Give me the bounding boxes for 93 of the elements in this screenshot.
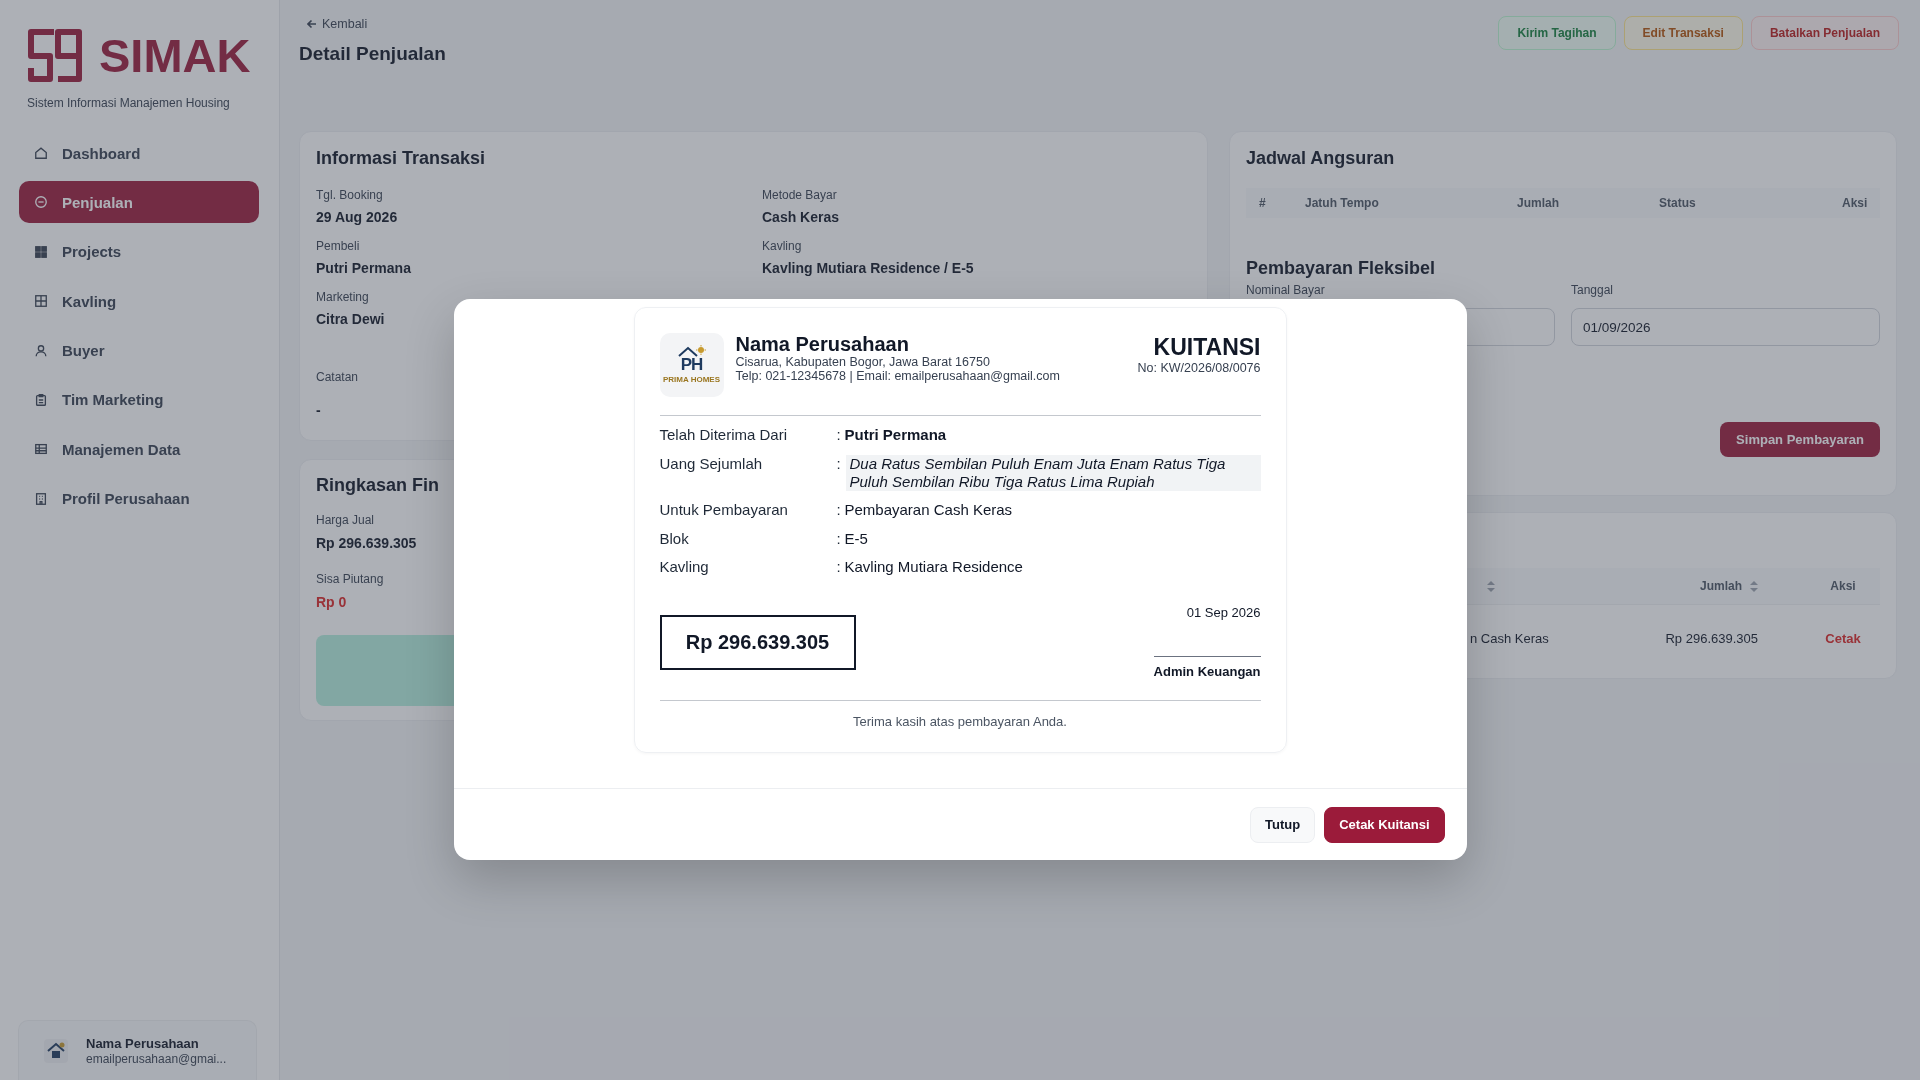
field-value: Cash Keras xyxy=(762,208,840,226)
sort-icon[interactable] xyxy=(1487,580,1495,592)
amount-box: Rp 296.639.305 xyxy=(659,615,856,670)
action-button[interactable]: Kirim Tagihan xyxy=(1498,16,1616,50)
column-header: # xyxy=(1259,196,1266,210)
account-email: emailperusahaan@gmai... xyxy=(86,1051,227,1067)
receipt-label: Telah Diterima Dari xyxy=(659,426,788,444)
field-label: Metode Bayar xyxy=(762,188,837,203)
house-logo-icon xyxy=(44,1038,68,1063)
print-receipt-button[interactable]: Cetak Kuitansi xyxy=(1324,806,1445,843)
grid-icon xyxy=(34,244,48,259)
logo-wordmark: PRIMA HOMES xyxy=(662,375,720,385)
table-cell: n Cash Keras xyxy=(1470,630,1549,646)
column-header: Jumlah xyxy=(1700,579,1742,593)
sidebar-item[interactable]: Manajemen Data xyxy=(19,428,259,471)
sidebar-item[interactable]: Profil Perusahaan xyxy=(19,477,259,520)
field-value: - xyxy=(316,401,321,419)
receipt-value: E-5 xyxy=(844,529,868,548)
separator-text: : xyxy=(836,558,841,576)
logo-icon xyxy=(27,28,83,83)
card-title: Ringkasan Fin xyxy=(316,474,440,497)
receipt-date: 01 Sep 2026 xyxy=(1186,605,1261,621)
column-header: Status xyxy=(1659,196,1696,210)
sidebar-item[interactable]: Penjualan xyxy=(19,181,259,224)
save-payment-button[interactable]: Simpan Pembayaran xyxy=(1720,422,1880,457)
brand-name: SIMAK xyxy=(99,28,251,83)
date-input[interactable]: 01/09/2026 xyxy=(1571,308,1880,346)
home-icon xyxy=(34,146,48,160)
field-value: Rp 0 xyxy=(316,593,347,611)
separator-text: : xyxy=(836,426,841,444)
field-value: 29 Aug 2026 xyxy=(316,208,398,226)
arrow-left-icon xyxy=(307,19,317,29)
receipt-number: No: KW/2026/08/0076 xyxy=(1137,361,1261,375)
clipboard-icon xyxy=(34,392,48,407)
separator-text: : xyxy=(836,529,841,548)
separator-text: : xyxy=(836,454,841,473)
table-icon xyxy=(34,442,48,457)
sidebar-item[interactable]: Buyer xyxy=(19,329,259,372)
card-title: Informasi Transaksi xyxy=(316,147,486,170)
print-link[interactable]: Cetak xyxy=(1825,630,1861,646)
sidebar-item[interactable]: Kavling xyxy=(19,280,259,323)
receipt-label: Uang Sejumlah xyxy=(659,454,763,473)
sidebar-item[interactable]: Tim Marketing xyxy=(19,378,259,421)
receipt-label: Kavling xyxy=(659,558,709,576)
action-button[interactable]: Batalkan Penjualan xyxy=(1750,16,1899,50)
receipt-value: Dua Ratus Sembilan Puluh Enam Juta Enam Ratus Tiga Puluh Sembilan Ribu Tiga Ratus Lima Rupiah xyxy=(845,454,1261,491)
logo-monogram: PH xyxy=(680,357,703,373)
field-label: Tanggal xyxy=(1571,283,1614,298)
thank-you-note: Terima kasih atas pembayaran Anda. xyxy=(853,714,1067,730)
section-title: Pembayaran Fleksibel xyxy=(1246,257,1436,280)
field-value: Kavling Mutiara Residence / E-5 xyxy=(762,259,974,277)
field-value: Citra Dewi xyxy=(316,310,385,328)
account-name: Nama Perusahaan xyxy=(86,1034,199,1052)
column-header: Jumlah xyxy=(1517,196,1559,210)
window-grid-icon xyxy=(34,294,48,309)
minus-circle-icon xyxy=(34,195,48,210)
page-title: Detail Penjualan xyxy=(299,42,446,66)
receipt-value: Putri Permana xyxy=(844,426,947,444)
field-value: Putri Permana xyxy=(316,259,411,277)
field-value: Rp 296.639.305 xyxy=(316,534,417,552)
column-header: Aksi xyxy=(1830,579,1856,593)
company-name: Nama Perusahaan xyxy=(735,333,909,355)
signatory-name: Admin Keuangan xyxy=(1153,664,1261,680)
receipt-title: KUITANSI xyxy=(1153,334,1261,360)
receipt-value: Pembayaran Cash Keras xyxy=(844,501,1013,519)
column-header: Jatuh Tempo xyxy=(1305,196,1379,210)
sidebar-item[interactable]: Projects xyxy=(19,230,259,273)
user-icon xyxy=(34,343,48,358)
roof-and-sun-icon xyxy=(676,345,707,357)
company-contact: Telp: 021-12345678 | Email: emailperusahaan@gmail.com xyxy=(735,369,1060,383)
field-label: Nominal Bayar xyxy=(1246,283,1325,298)
company-address: Cisarua, Kabupaten Bogor, Jawa Barat 16750 xyxy=(735,355,990,369)
sort-icon[interactable] xyxy=(1750,580,1758,592)
action-button[interactable]: Edit Transaksi xyxy=(1623,16,1743,50)
field-label: Tgl. Booking xyxy=(316,188,383,203)
field-label: Pembeli xyxy=(316,239,360,254)
field-label: Kavling xyxy=(762,239,802,254)
back-link[interactable]: Kembali xyxy=(307,16,368,32)
receipt-value: Kavling Mutiara Residence xyxy=(844,558,1023,576)
close-button[interactable]: Tutup xyxy=(1250,806,1316,843)
table-cell: Rp 296.639.305 xyxy=(1665,630,1758,646)
brand-tagline: Sistem Informasi Manajemen Housing xyxy=(27,96,230,111)
field-label: Harga Jual xyxy=(316,513,375,528)
separator-text: : xyxy=(836,501,841,519)
sidebar-item[interactable]: Dashboard xyxy=(19,132,259,174)
receipt-label: Untuk Pembayaran xyxy=(659,501,788,519)
building-icon xyxy=(34,491,48,506)
field-label: Marketing xyxy=(316,290,369,305)
field-label: Catatan xyxy=(316,370,359,385)
column-header: Aksi xyxy=(1842,196,1868,210)
receipt-label: Blok xyxy=(659,529,689,548)
card-title: Jadwal Angsuran xyxy=(1246,147,1395,170)
field-label: Sisa Piutang xyxy=(316,572,384,587)
